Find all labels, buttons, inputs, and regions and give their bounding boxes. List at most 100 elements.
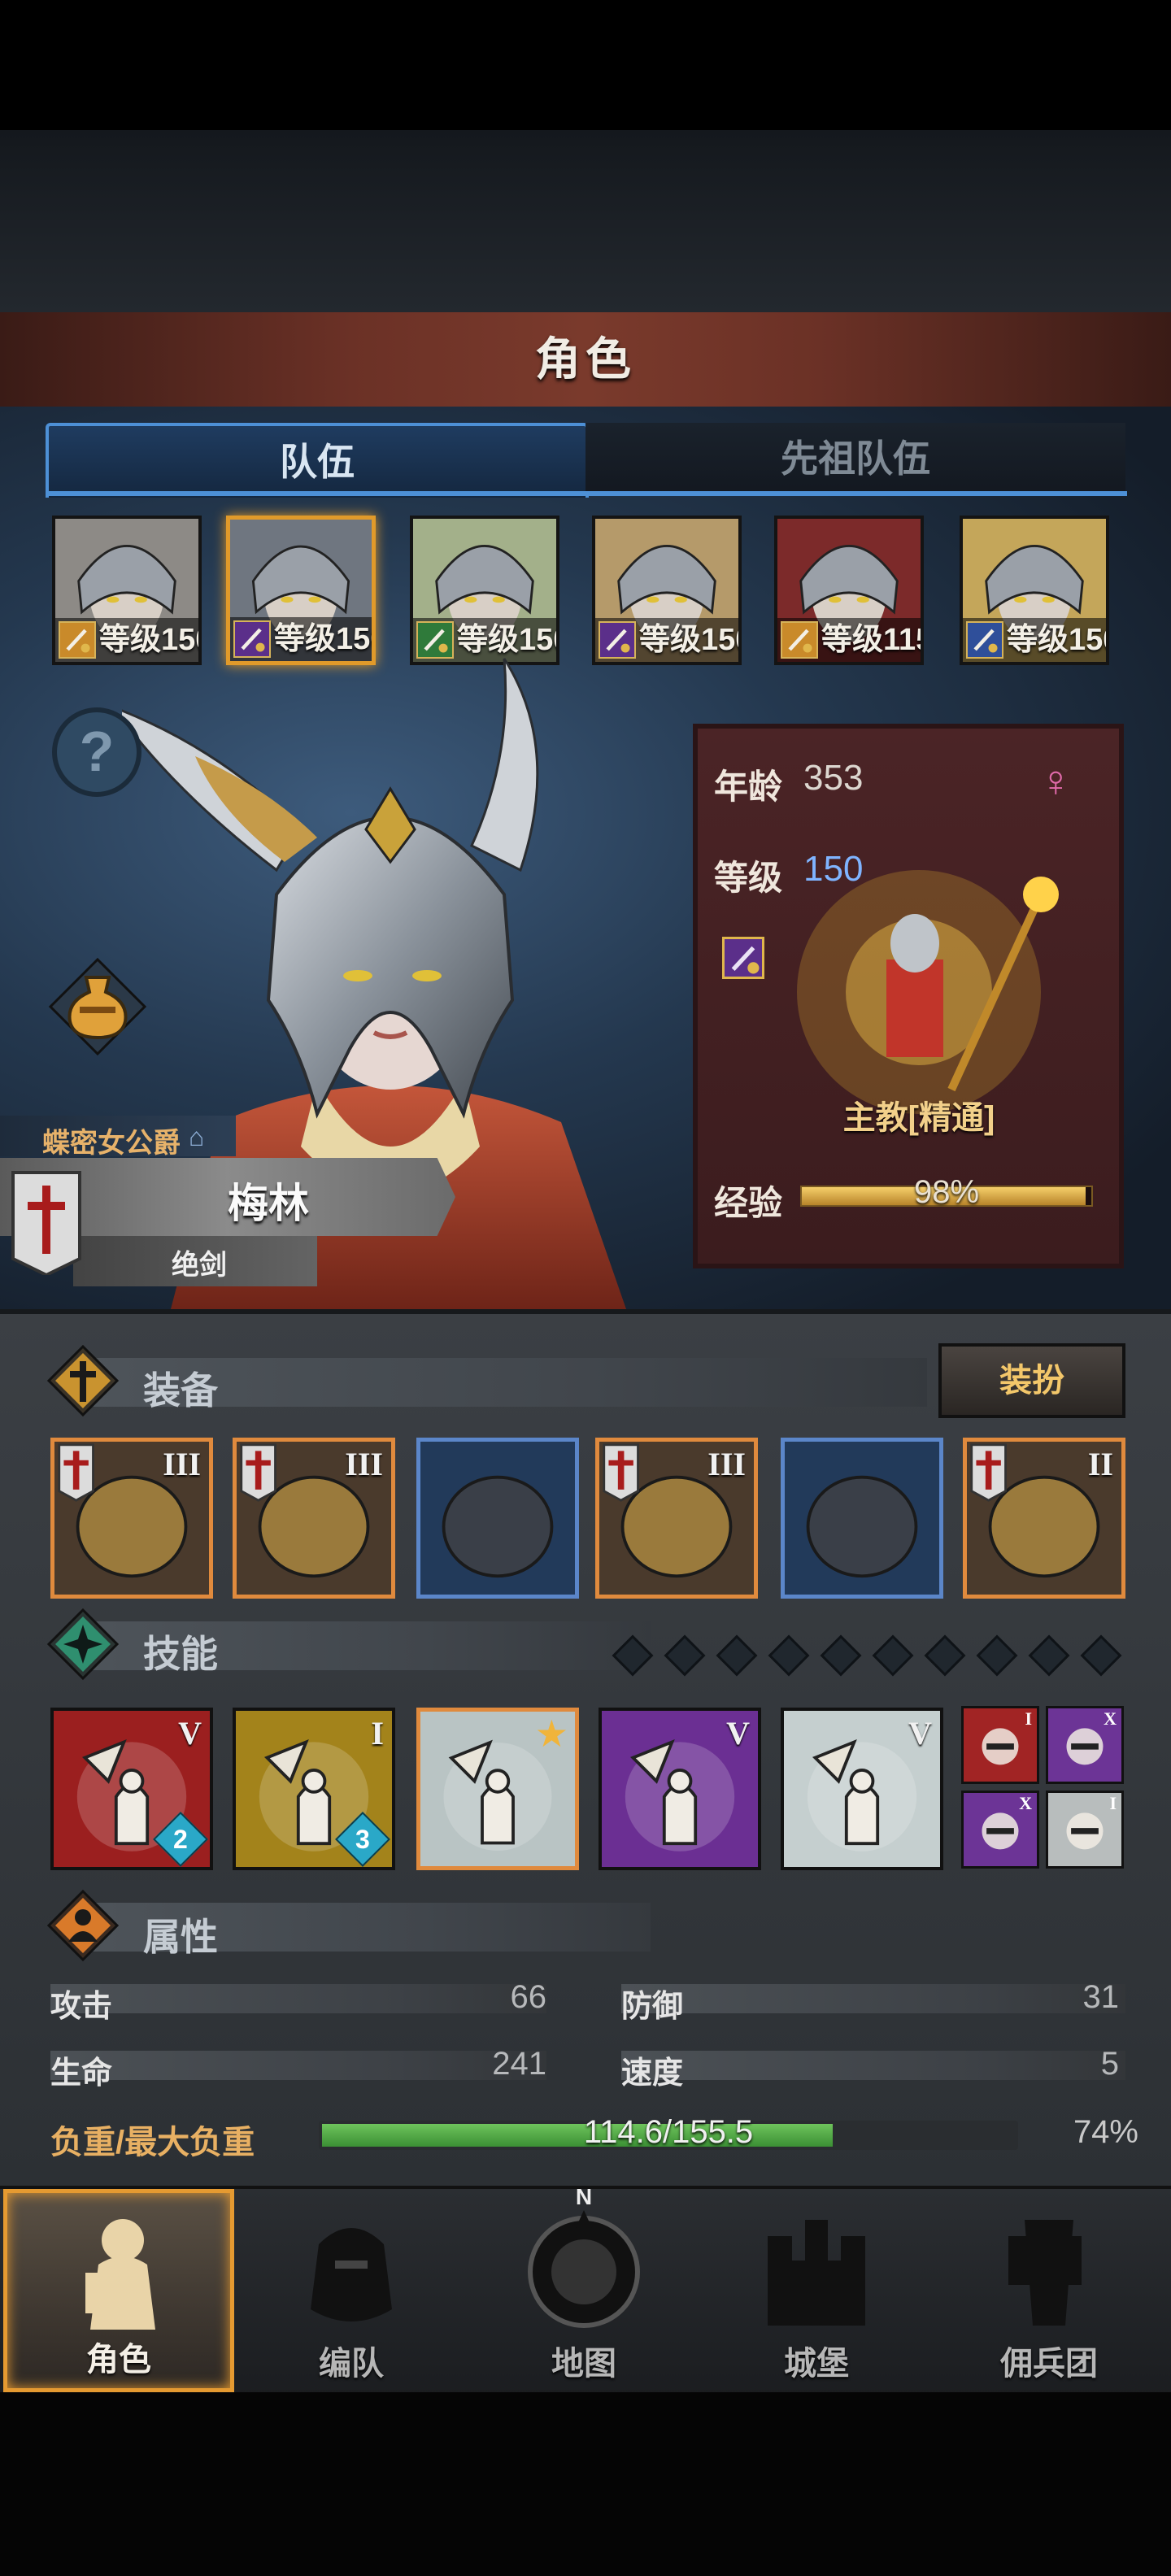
star-icon: ★ (534, 1712, 568, 1755)
equipment-slot[interactable]: III (233, 1438, 395, 1599)
load-value: 114.6/155.5 (583, 2114, 754, 2150)
equipment-tier: III (345, 1446, 383, 1482)
load-label: 负重/最大负重 (50, 2125, 255, 2160)
page-title: 角色 (535, 333, 636, 385)
passive-skill-slot[interactable]: X (1046, 1706, 1124, 1784)
tab-ancestor-team[interactable]: 先祖队伍 (586, 423, 1125, 494)
class-glyph (788, 629, 812, 653)
skill-tier: V (908, 1715, 932, 1751)
star-burst-icon (46, 1608, 120, 1681)
equipment-slot[interactable] (416, 1438, 579, 1599)
equipment-slot[interactable] (781, 1438, 943, 1599)
roster-card[interactable]: 等级115 (774, 516, 924, 665)
roster-level-bar: 等级115 (777, 618, 921, 662)
nav-label: 城堡 (784, 2346, 849, 2382)
dress-up-button[interactable]: 装扮 (938, 1343, 1125, 1418)
bottom-margin (0, 2392, 1171, 2576)
skill-slot[interactable]: ★ (416, 1708, 579, 1870)
attack-label: 攻击 (50, 1990, 113, 2024)
defense-label: 防御 (621, 1990, 684, 2024)
knight-icon (58, 2208, 188, 2338)
nav-item-1[interactable]: 编队 (236, 2189, 467, 2392)
equipment-slot[interactable]: II (963, 1438, 1125, 1599)
skill-slot[interactable]: V (599, 1708, 761, 1870)
help-button[interactable]: ? (52, 707, 141, 797)
house-icon: ⌂ (189, 1122, 205, 1151)
roster-card[interactable]: 等级150 (960, 516, 1109, 665)
equipment-tier: II (1087, 1446, 1113, 1482)
equipment-tier: III (163, 1446, 201, 1482)
hp-label: 生命 (50, 2056, 113, 2091)
banner-icon (984, 2204, 1114, 2334)
shield-class-icon (781, 621, 818, 659)
passive-skill-slot[interactable]: I (961, 1706, 1039, 1784)
nav-item-4[interactable]: 佣兵团 (934, 2189, 1164, 2392)
roster-level: 等级150 (1007, 623, 1109, 657)
age-value: 353 (803, 758, 864, 798)
nav-label: 佣兵团 (1000, 2346, 1098, 2382)
knight-icon-shape (85, 2219, 155, 2330)
nav-item-2[interactable]: N 地图 (468, 2184, 699, 2392)
hp-value: 241 (492, 2046, 546, 2082)
hood-icon (420, 1442, 575, 1595)
cross-icon (46, 1344, 120, 1417)
passive-skill-slot[interactable]: I (1046, 1791, 1124, 1869)
nav-label: 角色 (86, 2342, 151, 2378)
skill-level-value: 3 (355, 1824, 370, 1854)
age-label: 年龄 (714, 768, 783, 806)
character-title: 蝶密女公爵 (42, 1128, 181, 1159)
equipment-slot[interactable]: III (50, 1438, 213, 1599)
level-label: 等级 (714, 859, 783, 897)
passive-tier: X (1104, 1708, 1117, 1729)
compass-icon (519, 2204, 649, 2334)
equipment-title: 装备 (143, 1369, 218, 1412)
skill-tier: V (726, 1715, 750, 1751)
job-name: 主教[精通] (842, 1100, 995, 1136)
nav-label: 地图 (551, 2346, 616, 2382)
character-subtitle: 绝剑 (172, 1250, 227, 1281)
female-icon: ♀ (1039, 757, 1073, 806)
attack-value: 66 (510, 1979, 547, 2015)
person-icon (46, 1889, 120, 1962)
skill-level-value: 2 (173, 1824, 188, 1854)
skills-title: 技能 (143, 1633, 218, 1675)
speed-label: 速度 (621, 2056, 684, 2091)
skill-slot[interactable]: I3 (233, 1708, 395, 1870)
passive-tier: I (1025, 1708, 1032, 1729)
crusader-banner-icon (11, 1171, 81, 1275)
load-percent: 74% (1073, 2114, 1138, 2150)
compass-icon-shape (528, 2210, 640, 2328)
passive-skill-slot[interactable]: X (961, 1791, 1039, 1869)
skill-tier: V (178, 1715, 202, 1751)
helmet-icon-shape (311, 2228, 392, 2321)
tab-team[interactable]: 队伍 (46, 423, 589, 498)
castle-icon (751, 2204, 882, 2334)
compass-north-label: N (575, 2184, 593, 2209)
skill-slot[interactable]: V (781, 1708, 943, 1870)
passive-tier: I (1109, 1793, 1117, 1813)
status-bar-area (0, 0, 1171, 130)
shield-class-icon (59, 621, 96, 659)
staff-class-icon (722, 937, 764, 979)
tab-underline (46, 491, 1127, 496)
nav-label: 编队 (319, 2346, 384, 2382)
roster-level: 等级115 (821, 623, 924, 657)
nav-item-0[interactable]: 角色 (3, 2189, 234, 2392)
speed-value: 5 (1100, 2046, 1119, 2082)
passive-tier: X (1019, 1793, 1032, 1813)
attributes-title: 属性 (143, 1916, 218, 1958)
class-glyph (973, 629, 998, 653)
class-glyph (66, 629, 90, 653)
helmet-icon (286, 2204, 416, 2334)
sky-background (0, 130, 1171, 312)
nav-item-3[interactable]: 城堡 (701, 2189, 932, 2392)
exp-value: 98% (913, 1174, 980, 1210)
exp-label: 经验 (714, 1184, 783, 1222)
castle-icon-shape (768, 2220, 865, 2326)
roster-level-bar: 等级150 (963, 618, 1106, 662)
boots-icon (785, 1442, 939, 1595)
character-name: 梅林 (228, 1181, 309, 1226)
potion-icon[interactable] (47, 956, 148, 1057)
skill-slot[interactable]: V2 (50, 1708, 213, 1870)
equipment-slot[interactable]: III (595, 1438, 758, 1599)
